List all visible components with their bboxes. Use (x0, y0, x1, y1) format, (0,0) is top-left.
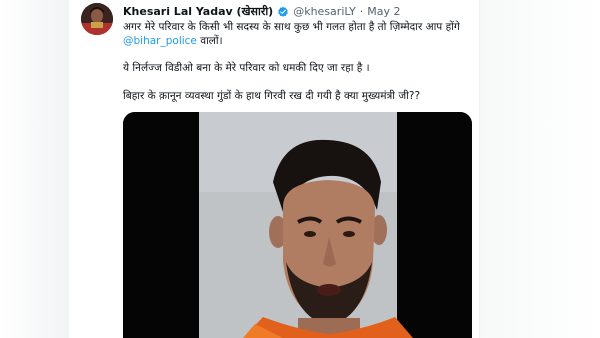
tweet-video[interactable] (123, 112, 472, 338)
avatar-image (81, 3, 113, 35)
tweet-text-line-4: बिहार के क़ानून व्यवस्था गुंडों के हाथ ग… (123, 90, 421, 102)
background-left (0, 0, 68, 338)
video-frame (123, 112, 472, 338)
tweet-text-suffix: वालों। (196, 35, 223, 47)
verified-badge-icon (277, 6, 289, 18)
tweet-date[interactable]: May 2 (367, 5, 400, 18)
author-handle[interactable]: @khesariLY (293, 5, 356, 18)
author-avatar[interactable] (81, 3, 113, 35)
background-right (480, 0, 600, 338)
author-name[interactable]: Khesari Lal Yadav (खेसारी) (123, 4, 273, 19)
separator-dot: · (359, 5, 364, 18)
tweet-text-line-2: @bihar_police वालों। (123, 34, 223, 48)
mention-link[interactable]: @bihar_police (123, 35, 197, 47)
tweet-text-line-3: ये निर्लज्ज विडीओ बना के मेरे परिवार को … (123, 62, 370, 74)
tweet-text-line-1: अगर मेरे परिवार के किसी भी सदस्य के साथ … (123, 21, 460, 33)
tweet-header: Khesari Lal Yadav (खेसारी) @khesariLY · … (123, 4, 401, 19)
